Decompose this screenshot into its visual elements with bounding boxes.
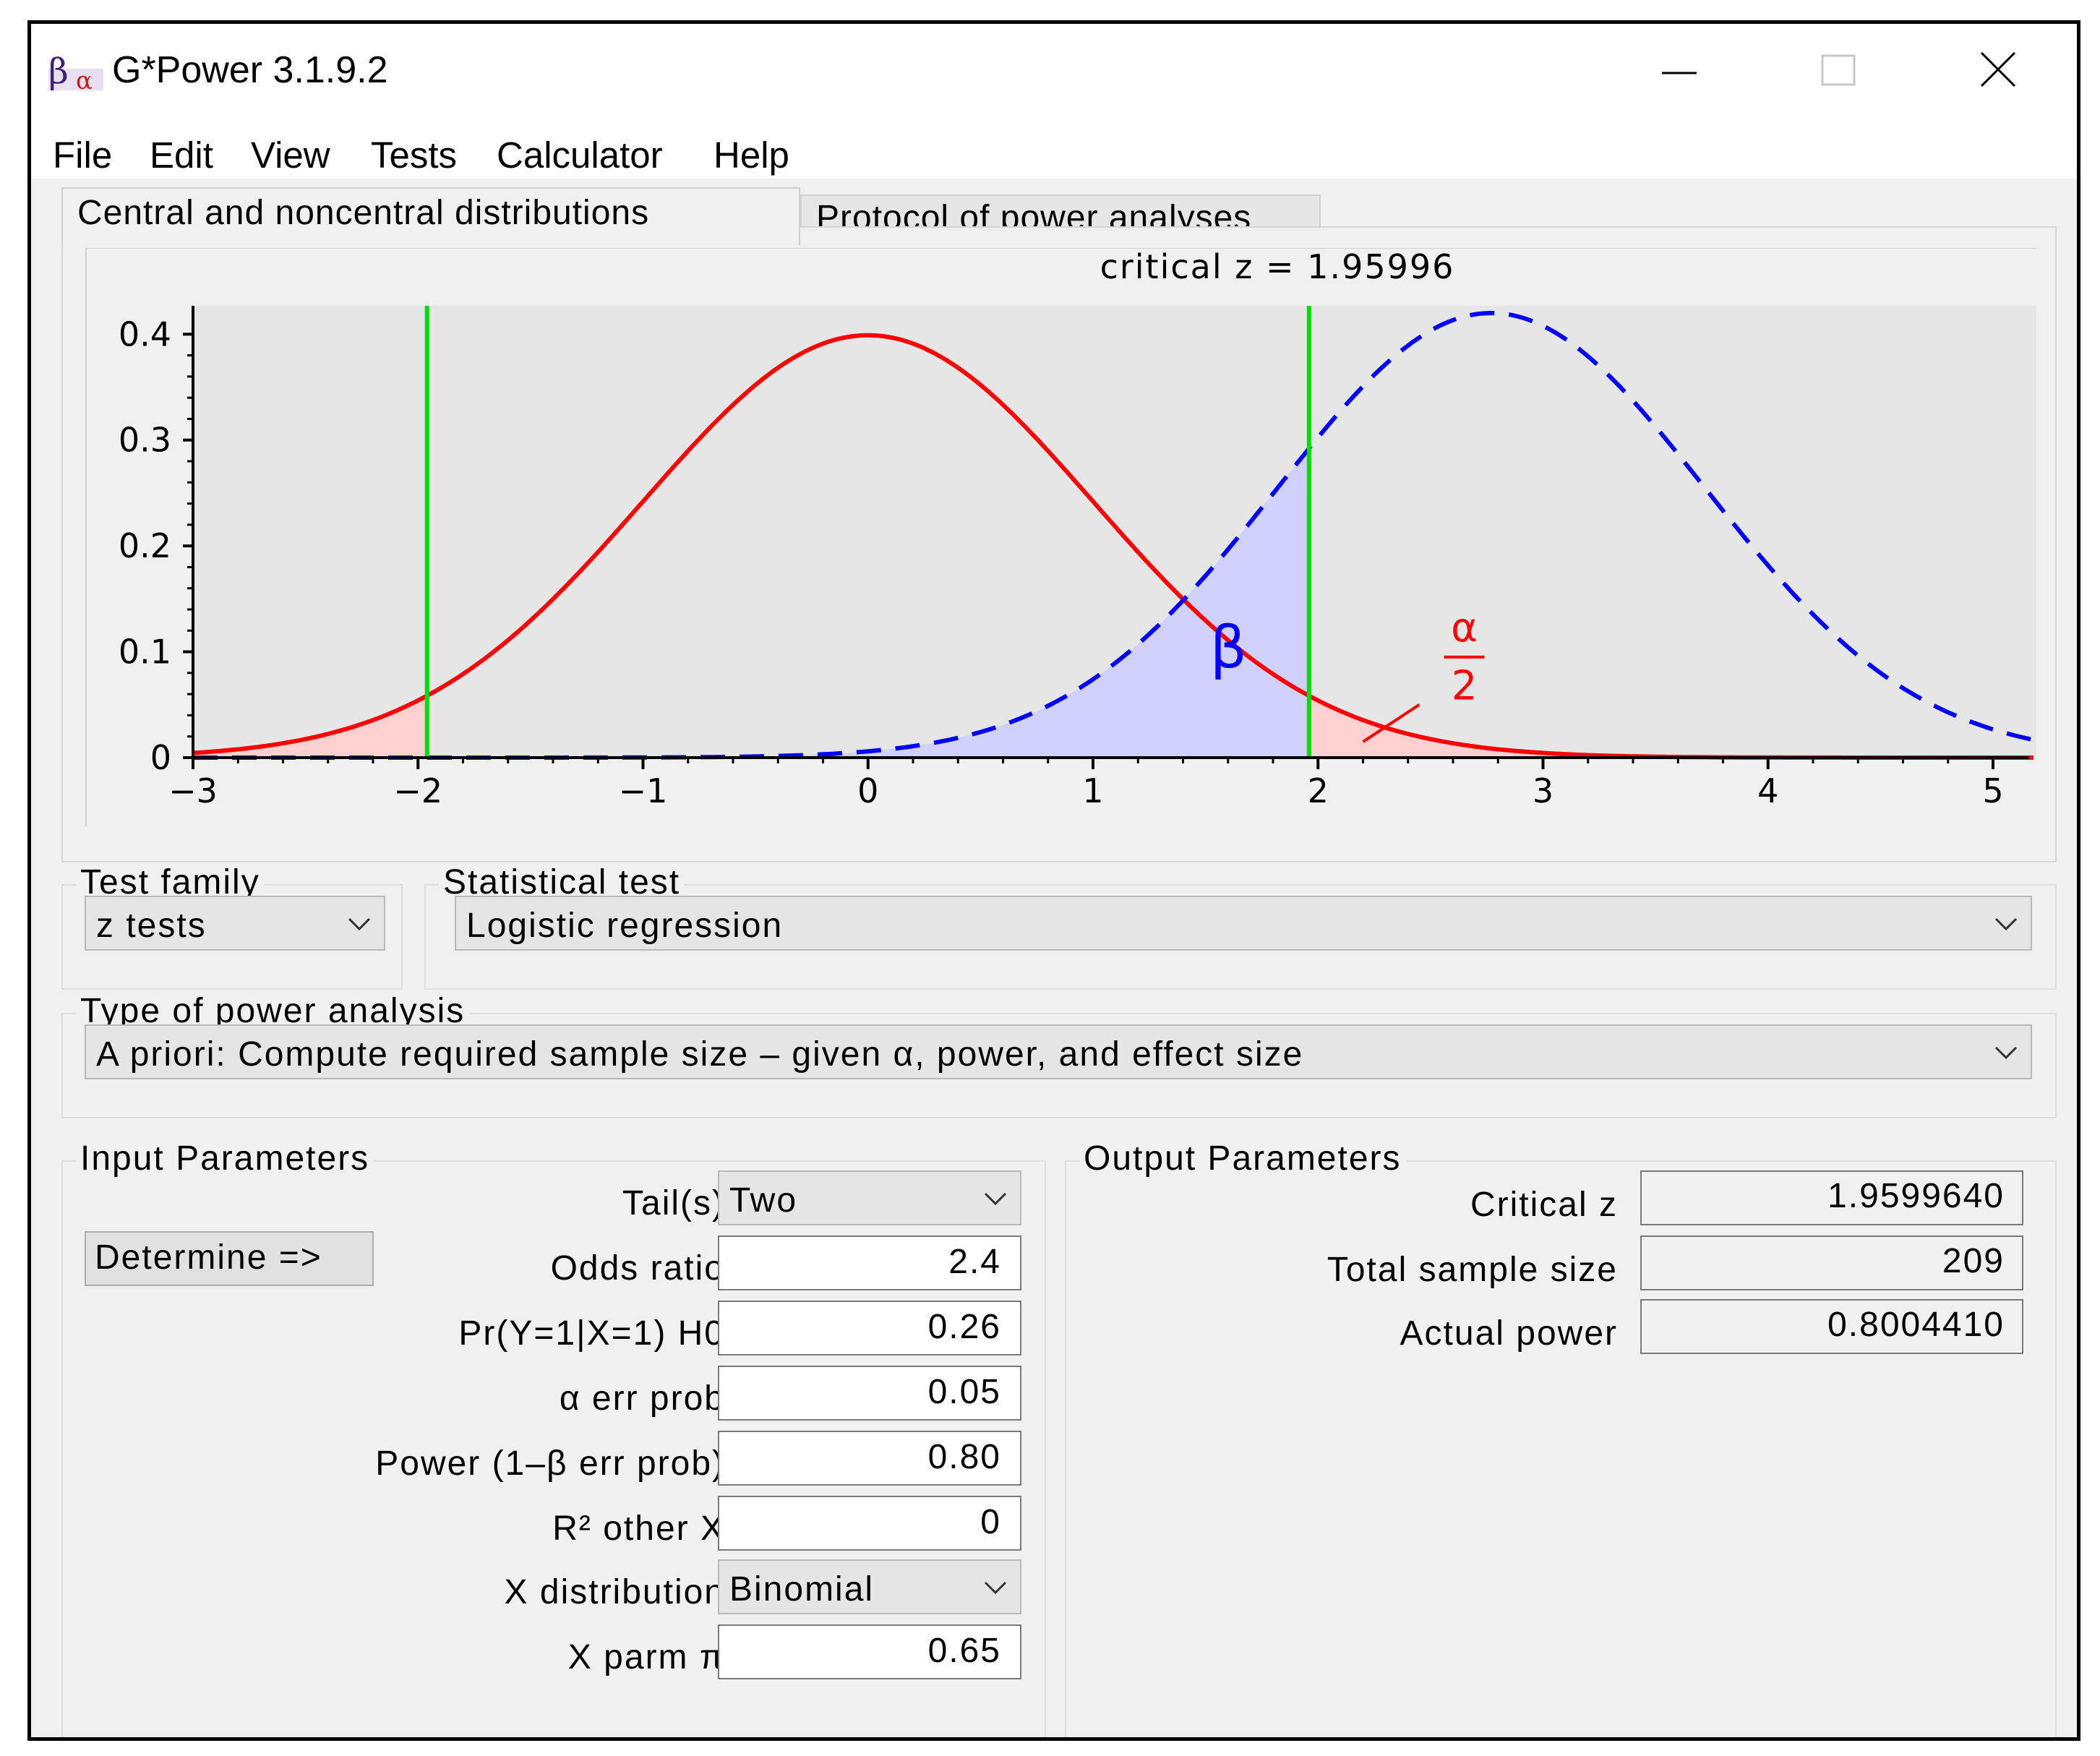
pr-h0-input[interactable]: 0.26 bbox=[718, 1301, 1021, 1355]
test-family-value: z tests bbox=[96, 907, 207, 945]
minimize-button[interactable] bbox=[1636, 38, 1723, 103]
actual-power-label: Actual power bbox=[1400, 1314, 1618, 1353]
r2-input[interactable]: 0 bbox=[718, 1496, 1021, 1551]
app-window: β α G*Power 3.1.9.2 File Edit View Tests… bbox=[27, 20, 2080, 1741]
critical-z-title: critical z = 1.95996 bbox=[1100, 248, 1455, 286]
menu-file[interactable]: File bbox=[53, 134, 112, 176]
x-tick-label: 2 bbox=[1308, 771, 1329, 810]
x-distribution-select[interactable]: Binomial bbox=[718, 1559, 1021, 1614]
minimize-icon bbox=[1662, 72, 1697, 74]
maximize-icon bbox=[1821, 54, 1856, 86]
alpha-input[interactable]: 0.05 bbox=[718, 1366, 1021, 1421]
analysis-type-select[interactable]: A priori: Compute required sample size –… bbox=[85, 1024, 2032, 1079]
critical-z-label: Critical z bbox=[1470, 1186, 1618, 1224]
distribution-chart: −3 −2 −1 0 1 2 3 4 5 0 0.1 0.2 0.3 0.4 critical z = 1… bbox=[85, 248, 2036, 826]
x-tick-label: 4 bbox=[1757, 771, 1778, 810]
determine-button[interactable]: Determine => bbox=[85, 1231, 374, 1286]
tails-value: Two bbox=[729, 1181, 798, 1220]
tails-label: Tail(s) bbox=[622, 1184, 725, 1222]
x-parm-input[interactable]: 0.65 bbox=[718, 1624, 1021, 1679]
tails-select[interactable]: Two bbox=[718, 1170, 1021, 1225]
tab-distributions[interactable]: Central and noncentral distributions bbox=[61, 187, 800, 245]
alpha-label: α err prob bbox=[559, 1379, 725, 1418]
x-tick-label: −1 bbox=[619, 771, 668, 810]
chevron-down-icon bbox=[1994, 1046, 2018, 1060]
chevron-down-icon bbox=[984, 1581, 1007, 1595]
analysis-type-value: A priori: Compute required sample size –… bbox=[96, 1035, 1304, 1074]
odds-ratio-label: Odds ratio bbox=[550, 1249, 725, 1288]
x-tick-label: 3 bbox=[1533, 771, 1553, 810]
output-parameters-legend: Output Parameters bbox=[1079, 1139, 1406, 1179]
menu-edit[interactable]: Edit bbox=[150, 134, 213, 176]
alpha-annotation-numerator: α bbox=[1451, 604, 1478, 651]
svg-text:α: α bbox=[76, 67, 93, 93]
window-title: G*Power 3.1.9.2 bbox=[112, 49, 388, 91]
title-bar: β α G*Power 3.1.9.2 bbox=[31, 24, 2077, 118]
chevron-down-icon bbox=[348, 917, 371, 931]
power-label: Power (1–β err prob) bbox=[375, 1444, 725, 1483]
critical-z-output: 1.9599640 bbox=[1640, 1170, 2023, 1225]
x-tick-label: 1 bbox=[1082, 771, 1103, 810]
pr-h0-label: Pr(Y=1|X=1) H0 bbox=[458, 1314, 725, 1353]
menu-view[interactable]: View bbox=[251, 134, 330, 176]
svg-text:β: β bbox=[48, 51, 69, 92]
close-icon bbox=[1980, 51, 2016, 87]
input-parameters-legend: Input Parameters bbox=[76, 1139, 374, 1179]
x-distribution-value: Binomial bbox=[729, 1570, 875, 1609]
chevron-down-icon bbox=[1994, 917, 2018, 931]
total-sample-size-output: 209 bbox=[1640, 1235, 2023, 1290]
x-tick-label: −3 bbox=[168, 771, 218, 810]
maximize-button[interactable] bbox=[1795, 38, 1882, 103]
x-tick-label: −2 bbox=[393, 771, 442, 810]
close-button[interactable] bbox=[1954, 38, 2041, 103]
x-parm-label: X parm π bbox=[567, 1638, 725, 1676]
x-tick-label: 0 bbox=[857, 771, 878, 810]
beta-alpha-app-icon: β α bbox=[48, 51, 103, 93]
menu-calculator[interactable]: Calculator bbox=[497, 134, 663, 176]
test-family-select[interactable]: z tests bbox=[85, 896, 385, 951]
y-tick-label: 0 bbox=[150, 738, 171, 777]
y-tick-label: 0.1 bbox=[119, 633, 171, 672]
chevron-down-icon bbox=[984, 1192, 1007, 1206]
alpha-annotation-denominator: 2 bbox=[1452, 662, 1478, 709]
actual-power-output: 0.8004410 bbox=[1640, 1299, 2023, 1354]
x-tick-label: 5 bbox=[1982, 771, 2003, 810]
menu-help[interactable]: Help bbox=[713, 134, 789, 176]
menu-tests[interactable]: Tests bbox=[371, 134, 457, 176]
distribution-plot: −3 −2 −1 0 1 2 3 4 5 0 0.1 0.2 0.3 0.4 critical z = 1… bbox=[85, 248, 2036, 826]
statistical-test-value: Logistic regression bbox=[466, 907, 784, 945]
total-sample-size-label: Total sample size bbox=[1327, 1251, 1618, 1289]
x-distribution-label: X distribution bbox=[504, 1573, 725, 1611]
statistical-test-select[interactable]: Logistic regression bbox=[455, 896, 2032, 951]
menu-bar: File Edit View Tests Calculator Help bbox=[31, 118, 2077, 179]
y-tick-label: 0.2 bbox=[119, 526, 171, 565]
beta-annotation: β bbox=[1210, 614, 1247, 682]
y-tick-label: 0.3 bbox=[119, 421, 171, 460]
odds-ratio-input[interactable]: 2.4 bbox=[718, 1235, 1021, 1290]
y-tick-label: 0.4 bbox=[119, 314, 171, 354]
r2-label: R² other X bbox=[552, 1509, 725, 1548]
power-input[interactable]: 0.80 bbox=[718, 1431, 1021, 1486]
